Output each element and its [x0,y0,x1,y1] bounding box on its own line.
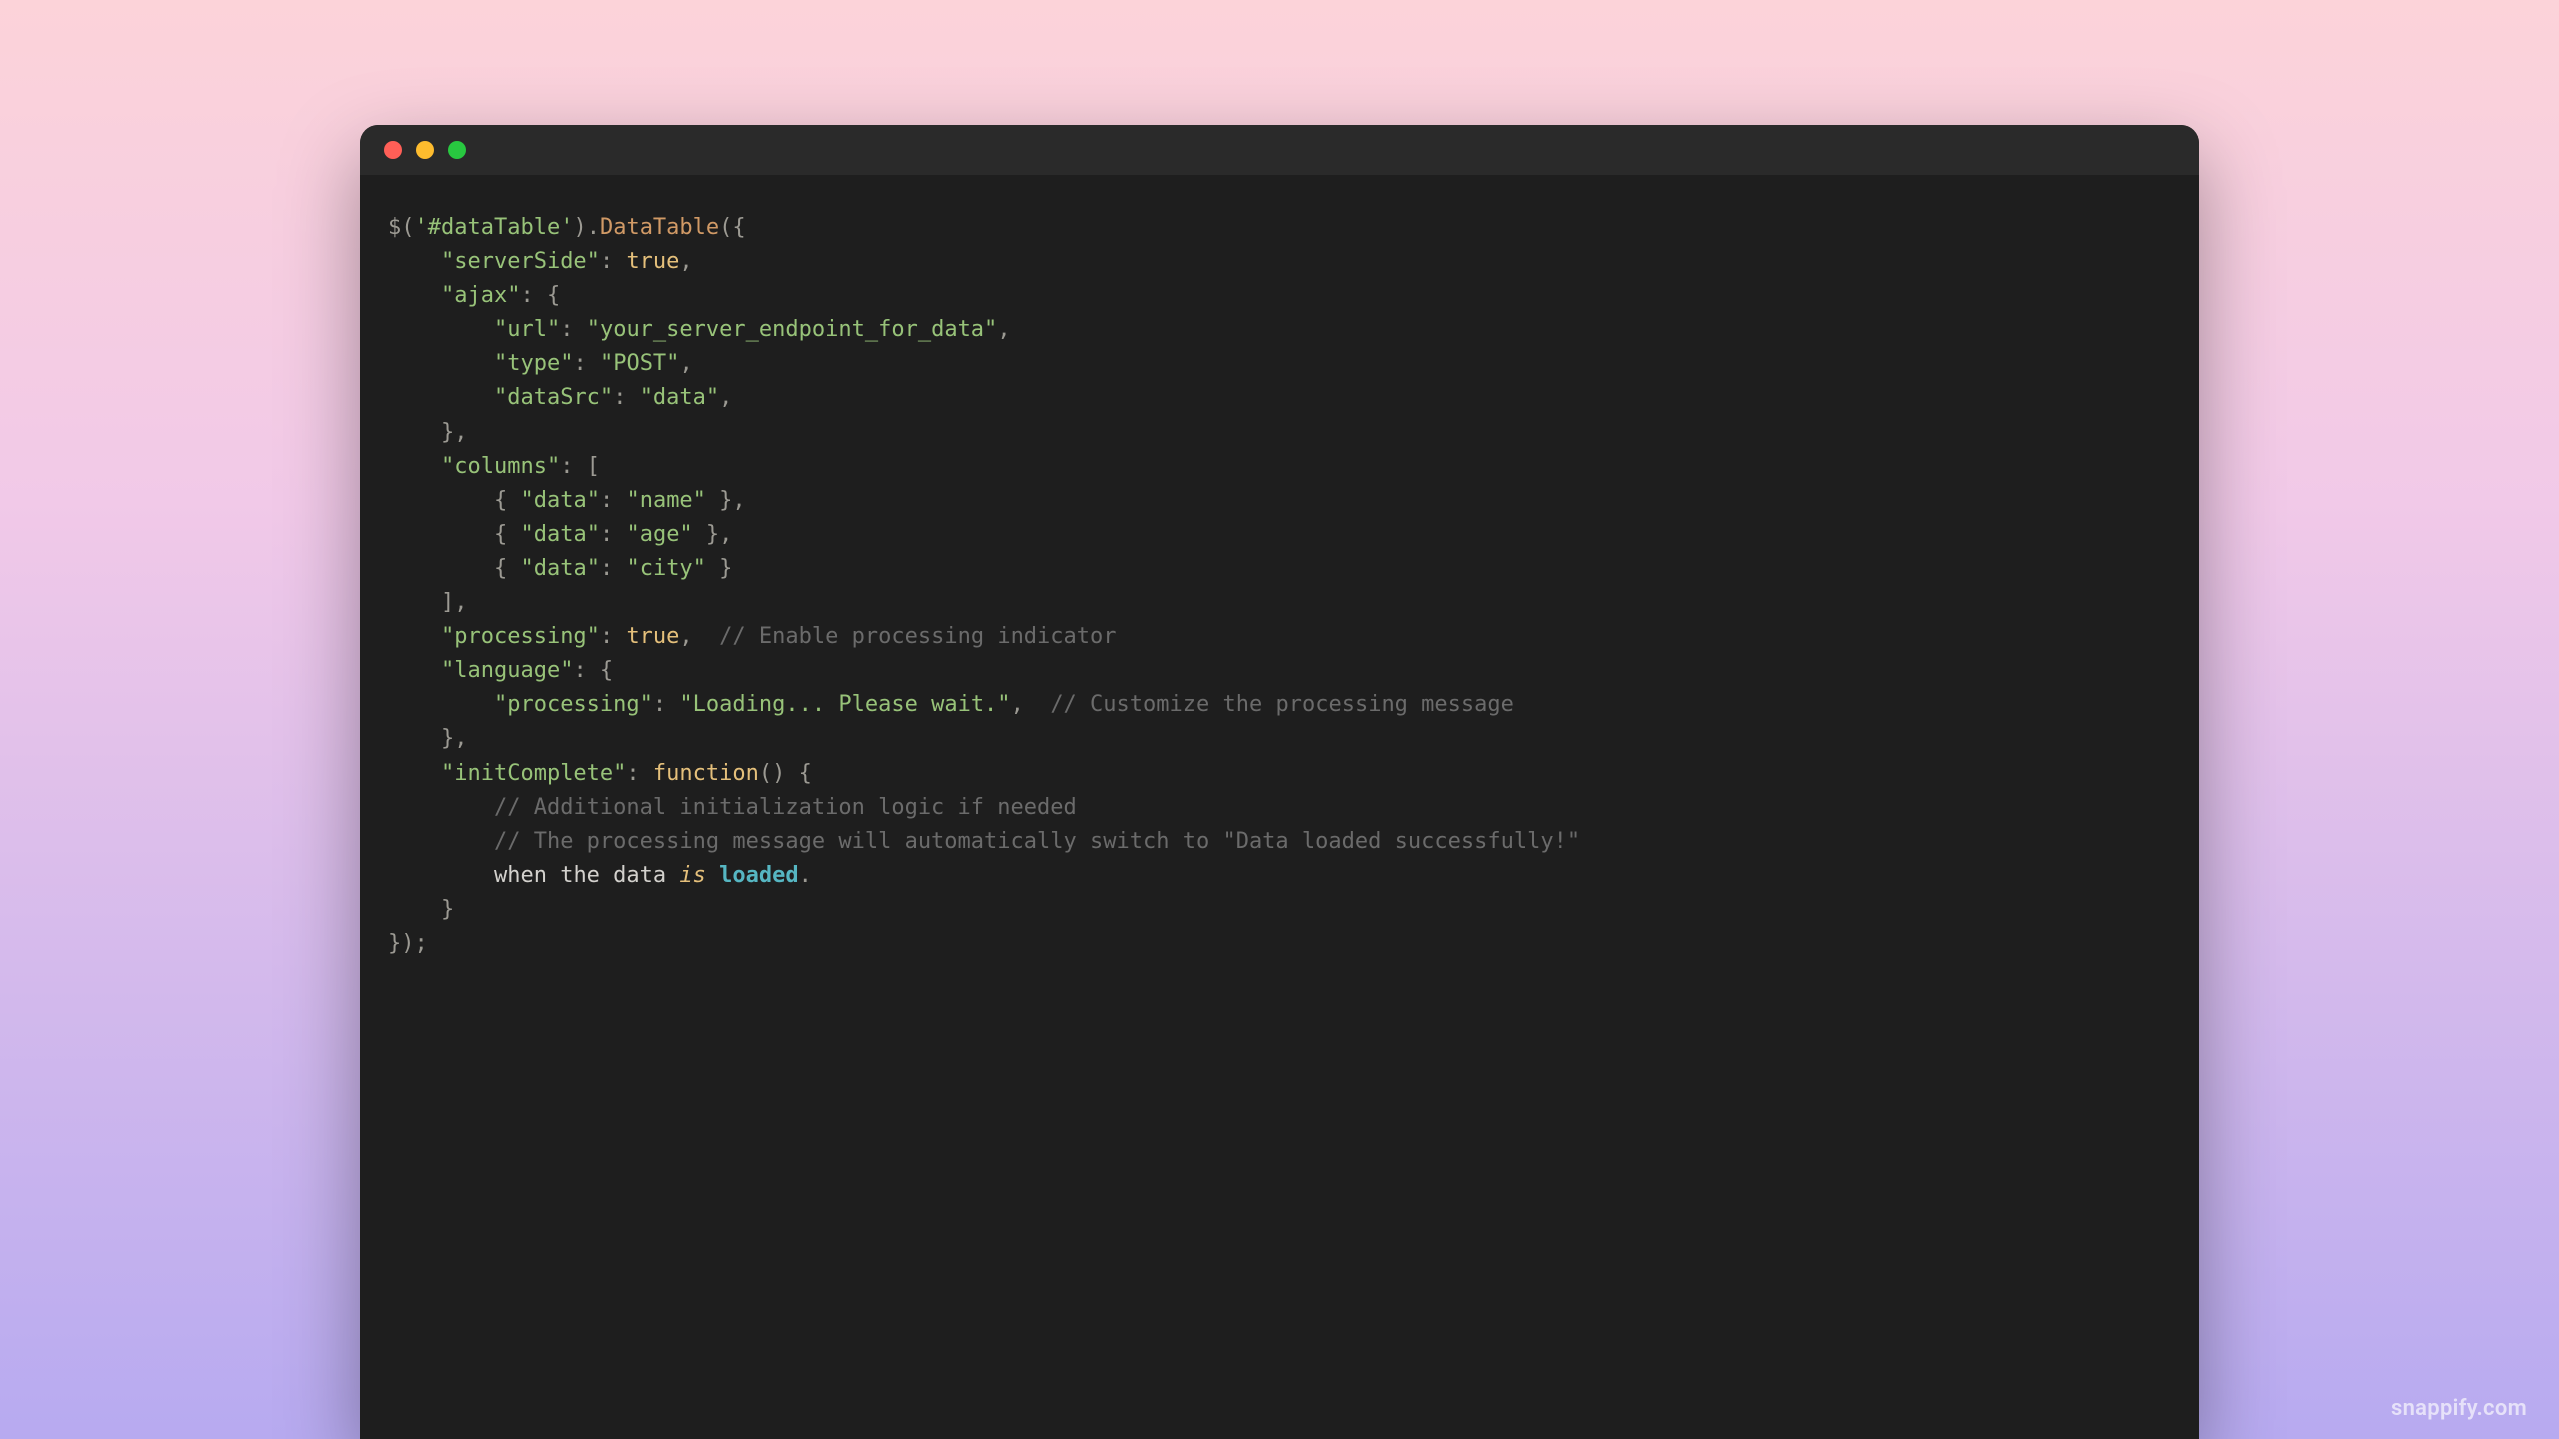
comment: // The processing message will automatic… [494,829,1580,854]
key-url: "url" [494,317,560,342]
key-data: "data" [520,488,599,513]
key-initComplete: "initComplete" [441,761,626,786]
key-type: "type" [494,351,573,376]
minimize-icon[interactable] [416,141,434,159]
method-name: DataTable [600,215,719,240]
keyword-function: function [653,761,759,786]
val-url: "your_server_endpoint_for_data" [587,317,998,342]
val-name: "name" [626,488,705,513]
key-data: "data" [520,522,599,547]
keyword-is: is [679,863,706,888]
code-window: $('#dataTable').DataTable({ "serverSide"… [360,125,2199,1439]
val-loadingMsg: "Loading... Please wait." [679,692,1010,717]
key-columns: "columns" [441,454,560,479]
comment: // Customize the processing message [1050,692,1514,717]
close-icon[interactable] [384,141,402,159]
val-post: "POST" [600,351,679,376]
watermark: snappify.com [2391,1396,2527,1421]
key-dataSrc: "dataSrc" [494,385,613,410]
word-loaded: loaded [719,863,798,888]
zoom-icon[interactable] [448,141,466,159]
key-ajax: "ajax" [441,283,520,308]
key-processing: "processing" [441,624,600,649]
key-serverSide: "serverSide" [441,249,600,274]
code-block: $('#dataTable').DataTable({ "serverSide"… [360,175,2199,997]
key-data: "data" [520,556,599,581]
selector-string: '#dataTable' [415,215,574,240]
titlebar [360,125,2199,175]
key-language: "language" [441,658,573,683]
val-dataSrc: "data" [640,385,719,410]
text: when the data [494,863,679,888]
val-age: "age" [626,522,692,547]
comment: // Enable processing indicator [719,624,1116,649]
val-city: "city" [626,556,705,581]
bool-true: true [626,624,679,649]
code-token: $ [388,215,401,240]
key-processing: "processing" [494,692,653,717]
bool-true: true [626,249,679,274]
comment: // Additional initialization logic if ne… [494,795,1077,820]
